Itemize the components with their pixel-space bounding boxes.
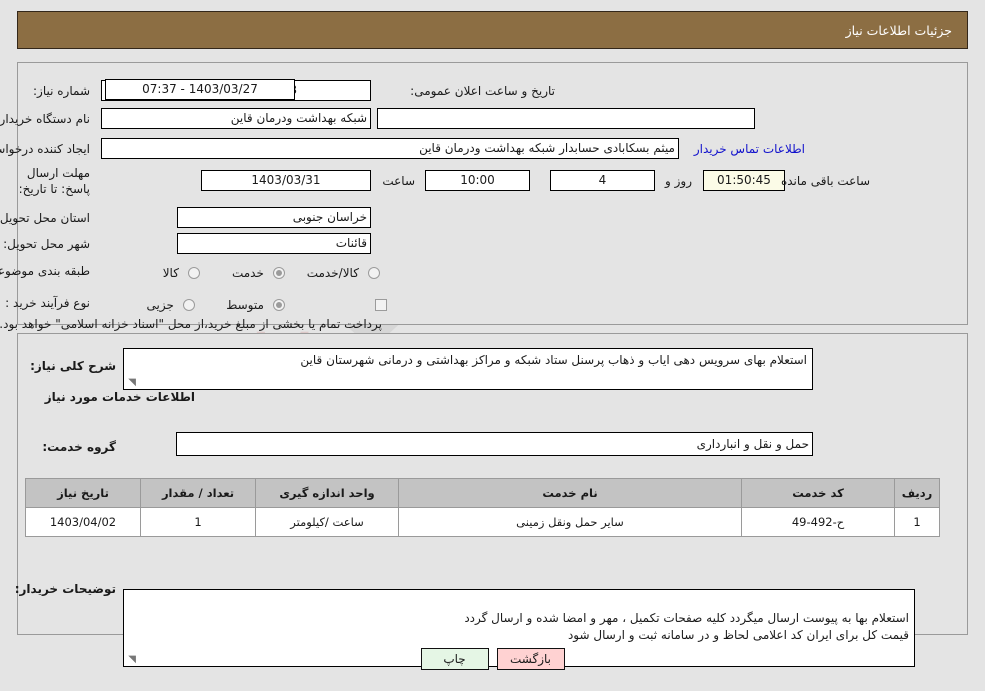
buyer-notes-label: توضیحات خریدار:	[14, 582, 116, 596]
countdown-timer: 01:50:45	[703, 170, 785, 191]
deadline-date-value[interactable]: 1403/03/31	[201, 170, 371, 191]
category-option-kala-khedmat[interactable]: کالا/خدمت	[307, 262, 380, 281]
creator-value[interactable]: میثم بسکابادی حسابدار شبکه بهداشت ودرمان…	[101, 138, 679, 159]
treasury-checkbox[interactable]	[375, 298, 387, 311]
cell-row: 1	[894, 507, 940, 537]
table-row: 1 ح-492-49 سایر حمل ونقل زمینی ساعت /کیل…	[25, 507, 940, 537]
category-option-khedmat-label: خدمت	[231, 266, 264, 280]
remaining-days-label: روز و	[665, 174, 692, 188]
need-number-label: شماره نیاز:	[33, 84, 90, 98]
general-desc-value: استعلام بهای سرویس دهی ایاب و ذهاب پرسنل…	[300, 353, 807, 367]
action-buttons: بازگشت چاپ	[0, 648, 985, 670]
cell-code: ح-492-49	[741, 507, 895, 537]
buyer-org-value[interactable]: شبکه بهداشت ودرمان قاین	[101, 108, 371, 129]
remaining-hours-label: ساعت باقی مانده	[780, 174, 870, 188]
province-label: استان محل تحویل:	[0, 211, 90, 225]
page-root: V AriaTender.net جزئیات اطلاعات نیاز شما…	[0, 0, 985, 691]
treasury-checkbox-label: پرداخت تمام یا بخشی از مبلغ خرید،از محل …	[0, 317, 382, 331]
radio-kala[interactable]	[188, 266, 200, 279]
buyer-org-secondary-value[interactable]	[377, 108, 755, 129]
treasury-checkbox-group[interactable]: پرداخت تمام یا بخشی از مبلغ خرید،از محل …	[0, 294, 387, 332]
col-qty: تعداد / مقدار	[140, 478, 256, 508]
cell-qty: 1	[140, 507, 256, 537]
creator-label: ایجاد کننده درخواست:	[0, 142, 90, 156]
cell-unit: ساعت /کیلومتر	[255, 507, 399, 537]
page-header: جزئیات اطلاعات نیاز	[17, 11, 968, 49]
buyer-notes-value: استعلام بها به پیوست ارسال میگردد کلیه ص…	[464, 611, 909, 642]
city-value[interactable]: قائنات	[177, 233, 371, 254]
buyer-contact-link[interactable]: اطلاعات تماس خریدار	[694, 142, 805, 156]
category-option-kala-label: کالا	[162, 266, 179, 280]
radio-kala-khedmat[interactable]	[368, 266, 380, 279]
page-title: جزئیات اطلاعات نیاز	[845, 22, 952, 38]
remaining-days-value[interactable]: 4	[550, 170, 655, 191]
deadline-hour-label: ساعت	[382, 174, 415, 188]
col-code: کد خدمت	[741, 478, 895, 508]
deadline-label: مهلت ارسال پاسخ: تا تاریخ:	[18, 166, 90, 196]
col-name: نام خدمت	[398, 478, 742, 508]
public-announce-value[interactable]: 1403/03/27 - 07:37	[105, 79, 295, 100]
need-info-panel	[17, 62, 968, 325]
general-desc-textarea[interactable]: استعلام بهای سرویس دهی ایاب و ذهاب پرسنل…	[123, 348, 813, 390]
radio-khedmat[interactable]	[273, 266, 285, 279]
category-option-khedmat[interactable]: خدمت	[232, 262, 285, 281]
services-info-title: اطلاعات خدمات مورد نیاز	[44, 390, 195, 404]
service-group-value[interactable]: حمل و نقل و انبارداری	[176, 432, 813, 456]
public-announce-label: تاریخ و ساعت اعلان عمومی:	[410, 84, 555, 98]
province-value[interactable]: خراسان جنوبی	[177, 207, 371, 228]
resize-grip-icon[interactable]: ◥	[126, 378, 136, 388]
service-group-label: گروه خدمت:	[42, 440, 116, 454]
cell-name: سایر حمل ونقل زمینی	[398, 507, 742, 537]
back-button[interactable]: بازگشت	[496, 648, 565, 670]
cell-date: 1403/04/02	[25, 507, 141, 537]
general-desc-label: شرح کلی نیاز:	[30, 359, 116, 373]
table-header-row: ردیف کد خدمت نام خدمت واحد اندازه گیری ت…	[25, 478, 940, 508]
service-items-table: ردیف کد خدمت نام خدمت واحد اندازه گیری ت…	[25, 478, 940, 537]
col-row: ردیف	[894, 478, 940, 508]
category-option-kala[interactable]: کالا	[163, 262, 200, 281]
buyer-org-label: نام دستگاه خریدار:	[0, 112, 90, 126]
city-label: شهر محل تحویل:	[3, 237, 90, 251]
col-date: تاریخ نیاز	[25, 478, 141, 508]
category-option-kala-khedmat-label: کالا/خدمت	[306, 266, 359, 280]
print-button[interactable]: چاپ	[420, 648, 489, 670]
category-label: طبقه بندی موضوعی:	[0, 264, 90, 278]
col-unit: واحد اندازه گیری	[255, 478, 399, 508]
deadline-time-value[interactable]: 10:00	[425, 170, 530, 191]
